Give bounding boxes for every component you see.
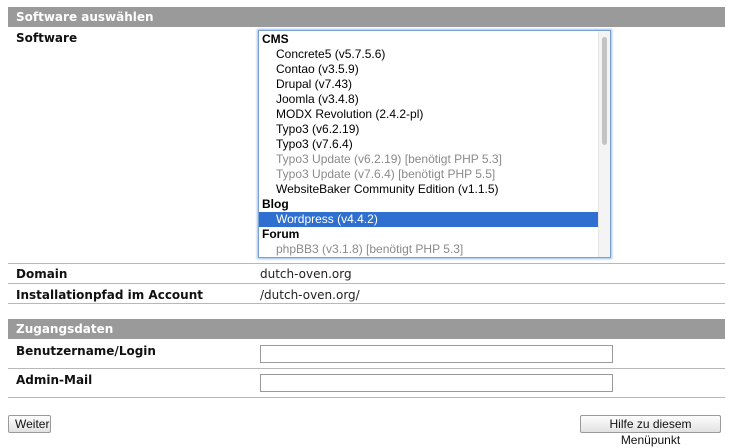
listbox-group-label: Blog — [262, 197, 289, 211]
listbox-option: Typo3 Update (v6.2.19) [benötigt PHP 5.3… — [276, 152, 502, 166]
divider — [8, 283, 725, 284]
listbox-option[interactable]: Typo3 (v7.6.4) — [259, 137, 598, 152]
listbox-option: phpBB3 (v3.1.8) [benötigt PHP 5.3] — [276, 242, 464, 256]
domain-label: Domain — [16, 267, 68, 281]
listbox-option[interactable]: MODX Revolution (2.4.2-pl) — [259, 107, 598, 122]
install-path-value: /dutch-oven.org/ — [260, 288, 360, 302]
software-listbox[interactable]: CMS Concrete5 (v5.7.5.6) Contao (v3.5.9) Dr… — [258, 30, 611, 258]
admin-mail-input[interactable] — [260, 374, 613, 392]
username-input[interactable] — [260, 345, 613, 363]
install-path-label: Installationpfad im Account — [16, 288, 203, 302]
software-section-header: Software auswählen — [8, 7, 725, 27]
domain-value: dutch-oven.org — [260, 267, 352, 281]
divider — [8, 303, 725, 304]
admin-mail-label: Admin-Mail — [16, 373, 93, 387]
listbox-group-label: CMS — [262, 32, 289, 46]
software-label: Software — [16, 31, 78, 45]
next-button[interactable]: Weiter — [8, 415, 51, 433]
listbox-option[interactable]: Drupal (v7.43) — [259, 77, 598, 92]
divider — [8, 368, 725, 369]
username-label: Benutzername/Login — [16, 344, 156, 358]
listbox-scroll-thumb[interactable] — [602, 37, 607, 145]
divider — [8, 263, 725, 264]
listbox-option[interactable]: Contao (v3.5.9) — [259, 62, 598, 77]
listbox-group-label: Forum — [262, 227, 300, 241]
help-button[interactable]: Hilfe zu diesem Menüpunkt — [580, 415, 721, 447]
access-section-header: Zugangsdaten — [8, 319, 725, 339]
listbox-option[interactable]: Concrete5 (v5.7.5.6) — [259, 47, 598, 62]
listbox-option-selected[interactable]: Wordpress (v4.4.2) — [259, 212, 598, 227]
listbox-option[interactable]: WebsiteBaker Community Edition (v1.1.5) — [259, 182, 598, 197]
listbox-option[interactable]: Typo3 (v6.2.19) — [259, 122, 598, 137]
software-listbox-items: CMS Concrete5 (v5.7.5.6) Contao (v3.5.9) Dr… — [259, 32, 598, 257]
listbox-scrollbar[interactable] — [598, 31, 610, 257]
listbox-option[interactable]: Joomla (v3.4.8) — [259, 92, 598, 107]
divider — [8, 397, 725, 398]
listbox-option: Typo3 Update (v7.6.4) [benötigt PHP 5.5] — [276, 167, 496, 181]
